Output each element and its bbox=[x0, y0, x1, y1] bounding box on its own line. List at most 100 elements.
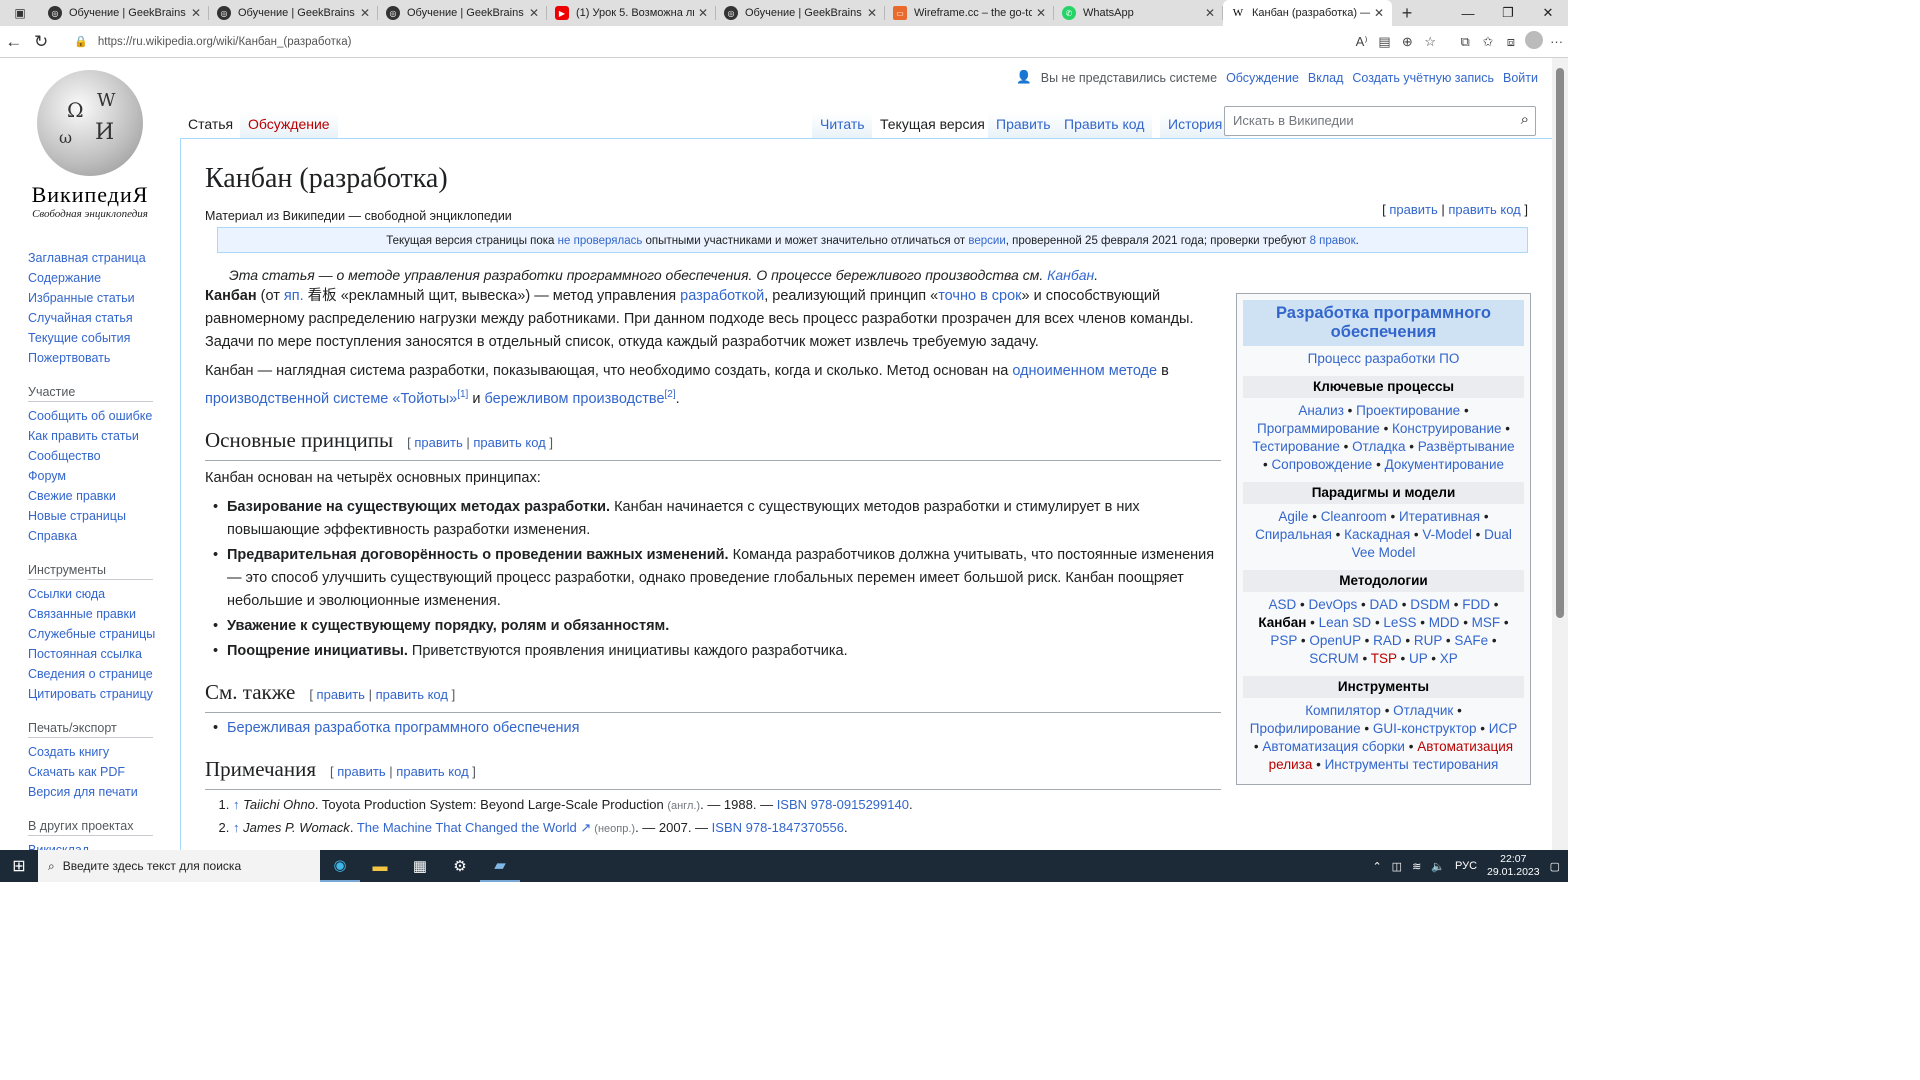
sidebar-link[interactable]: Сведения о странице bbox=[28, 664, 178, 684]
sidebar-link[interactable]: Версия для печати bbox=[28, 782, 178, 802]
file-explorer-icon[interactable]: ▬ bbox=[360, 850, 400, 882]
link[interactable]: яп. bbox=[284, 288, 304, 304]
isbn-link[interactable]: ISBN 978-1847370556 bbox=[712, 820, 844, 835]
extensions-icon[interactable]: ⧉ bbox=[1454, 34, 1477, 50]
navbox-link[interactable]: RUP bbox=[1414, 633, 1442, 648]
sidebar-link[interactable]: Как править статьи bbox=[28, 426, 178, 446]
browser-tab-active[interactable]: W Канбан (разработка) — Ви ✕ bbox=[1223, 0, 1392, 26]
edit-code-link[interactable]: править код bbox=[1448, 202, 1520, 217]
backlink[interactable]: ↑ bbox=[233, 820, 240, 835]
navbox-link[interactable]: MSF bbox=[1472, 615, 1501, 630]
hatnote-link[interactable]: Канбан bbox=[1047, 267, 1094, 283]
sidebar-link[interactable]: Постоянная ссылка bbox=[28, 644, 178, 664]
navbox-link[interactable]: TSP bbox=[1371, 651, 1397, 666]
tab-edit[interactable]: Править bbox=[988, 102, 1059, 138]
tab-actions-icon[interactable]: ▣ bbox=[0, 0, 40, 26]
scrollbar-thumb[interactable] bbox=[1556, 68, 1564, 618]
edit-link[interactable]: править bbox=[317, 687, 365, 702]
browser-tab[interactable]: ◎ Обучение | GeekBrains - о ✕ bbox=[378, 0, 547, 26]
sidebar-link[interactable]: Скачать как PDF bbox=[28, 762, 178, 782]
footnote-ref[interactable]: [1] bbox=[457, 389, 468, 400]
navbox-link[interactable]: XP bbox=[1440, 651, 1458, 666]
clock[interactable]: 22:07 29.01.2023 bbox=[1487, 853, 1540, 879]
sidebar-link[interactable]: Содержание bbox=[28, 268, 178, 288]
navbox-link[interactable]: Документирование bbox=[1385, 457, 1504, 472]
navbox-link[interactable]: GUI-конструктор bbox=[1373, 721, 1477, 736]
navbox-link[interactable]: Компилятор bbox=[1305, 703, 1381, 718]
sidebar-link[interactable]: Сообщить об ошибке bbox=[28, 406, 178, 426]
navbox-link[interactable]: Инструменты тестирования bbox=[1325, 757, 1499, 772]
address-input[interactable]: 🔒 https://ru.wikipedia.org/wiki/Канбан_(р… bbox=[70, 29, 1351, 54]
notifications-icon[interactable]: ▢ bbox=[1550, 860, 1560, 873]
navbox-link[interactable]: Конструирование bbox=[1392, 421, 1501, 436]
calculator-icon[interactable]: ▦ bbox=[400, 850, 440, 882]
close-icon[interactable]: ✕ bbox=[1036, 6, 1046, 20]
backlink[interactable]: ↑ bbox=[233, 797, 240, 812]
sidebar-link[interactable]: Справка bbox=[28, 526, 178, 546]
link[interactable]: бережливом производстве bbox=[485, 391, 665, 407]
tab-read[interactable]: Читать bbox=[812, 102, 873, 138]
reader-view-icon[interactable]: ▤ bbox=[1373, 34, 1396, 50]
navbox-link[interactable]: SAFe bbox=[1454, 633, 1488, 648]
volume-icon[interactable]: 🔈 bbox=[1431, 860, 1445, 873]
link[interactable]: одноименном методе bbox=[1012, 363, 1157, 379]
sidebar-link[interactable]: Избранные статьи bbox=[28, 288, 178, 308]
more-menu-icon[interactable]: ··· bbox=[1545, 34, 1568, 49]
sidebar-link[interactable]: Цитировать страницу bbox=[28, 684, 178, 704]
close-icon[interactable]: ✕ bbox=[360, 6, 370, 20]
browser-tab[interactable]: ▶ (1) Урок 5. Возможна ли э ✕ bbox=[547, 0, 716, 26]
read-aloud-icon[interactable]: A⁾ bbox=[1350, 34, 1373, 50]
favorite-star-icon[interactable]: ☆ bbox=[1419, 34, 1442, 50]
user-contrib-link[interactable]: Вклад bbox=[1308, 71, 1344, 85]
sidebar-link[interactable]: Викисклад bbox=[28, 840, 178, 850]
navbox-link[interactable]: Автоматизация сборки bbox=[1262, 739, 1405, 754]
search-icon[interactable]: ⌕ bbox=[1521, 111, 1529, 128]
wifi-icon[interactable]: ≋ bbox=[1412, 860, 1421, 873]
navbox-link[interactable]: MDD bbox=[1429, 615, 1460, 630]
navbox-link[interactable]: LeSS bbox=[1383, 615, 1416, 630]
profile-avatar-icon[interactable] bbox=[1522, 31, 1545, 52]
navbox-link[interactable]: Agile bbox=[1278, 509, 1308, 524]
navbox-link[interactable]: Профилирование bbox=[1250, 721, 1361, 736]
close-window-button[interactable]: ✕ bbox=[1528, 0, 1568, 26]
navbox-link[interactable]: Анализ bbox=[1298, 403, 1344, 418]
sidebar-link[interactable]: Ссылки сюда bbox=[28, 584, 178, 604]
tab-edit-code[interactable]: Править код bbox=[1056, 102, 1153, 138]
navbox-link[interactable]: Проектирование bbox=[1356, 403, 1460, 418]
navbox-link[interactable]: Спиральная bbox=[1255, 527, 1332, 542]
navbox-link[interactable]: ASD bbox=[1269, 597, 1297, 612]
navbox-link[interactable]: Программирование bbox=[1257, 421, 1380, 436]
edit-code-link[interactable]: править код bbox=[396, 764, 468, 779]
sidebar-link[interactable]: Свежие правки bbox=[28, 486, 178, 506]
navbox-link[interactable]: PSP bbox=[1270, 633, 1297, 648]
footnote-ref[interactable]: [2] bbox=[665, 389, 676, 400]
navbox-link[interactable]: UP bbox=[1409, 651, 1428, 666]
navbox-link[interactable]: Отладка bbox=[1352, 439, 1405, 454]
navbox-link[interactable]: Каскадная bbox=[1344, 527, 1410, 542]
navbox-link[interactable]: OpenUP bbox=[1309, 633, 1361, 648]
language-indicator[interactable]: РУС bbox=[1455, 860, 1477, 872]
sidebar-link[interactable]: Связанные правки bbox=[28, 604, 178, 624]
edit-link[interactable]: править bbox=[337, 764, 385, 779]
browser-tab[interactable]: ◎ Обучение | GeekBrains - о ✕ bbox=[716, 0, 885, 26]
sidebar-link[interactable]: Случайная статья bbox=[28, 308, 178, 328]
sidebar-link[interactable]: Заглавная страница bbox=[28, 248, 178, 268]
sidebar-link[interactable]: Пожертвовать bbox=[28, 348, 178, 368]
edit-link[interactable]: править bbox=[414, 435, 462, 450]
vertical-scrollbar[interactable] bbox=[1552, 58, 1568, 850]
sidebar-link[interactable]: Новые страницы bbox=[28, 506, 178, 526]
close-icon[interactable]: ✕ bbox=[867, 6, 877, 20]
navbox-link[interactable]: ИСР bbox=[1489, 721, 1517, 736]
favorites-icon[interactable]: ✩ bbox=[1477, 34, 1500, 50]
navbox-link[interactable]: RAD bbox=[1373, 633, 1402, 648]
new-tab-button[interactable]: + bbox=[1392, 0, 1422, 26]
navbox-link[interactable]: Cleanroom bbox=[1321, 509, 1387, 524]
taskbar-search-input[interactable]: ⌕ Введите здесь текст для поиска bbox=[38, 850, 320, 882]
navbox-link[interactable]: Развёртывание bbox=[1418, 439, 1515, 454]
navbox-link[interactable]: Сопровождение bbox=[1271, 457, 1372, 472]
link[interactable]: точно в срок bbox=[938, 288, 1021, 304]
external-link[interactable]: The Machine That Changed the World ↗ bbox=[357, 820, 591, 835]
tab-history[interactable]: История bbox=[1160, 102, 1231, 138]
navbox-link[interactable]: DAD bbox=[1370, 597, 1399, 612]
login-link[interactable]: Войти bbox=[1503, 71, 1538, 85]
